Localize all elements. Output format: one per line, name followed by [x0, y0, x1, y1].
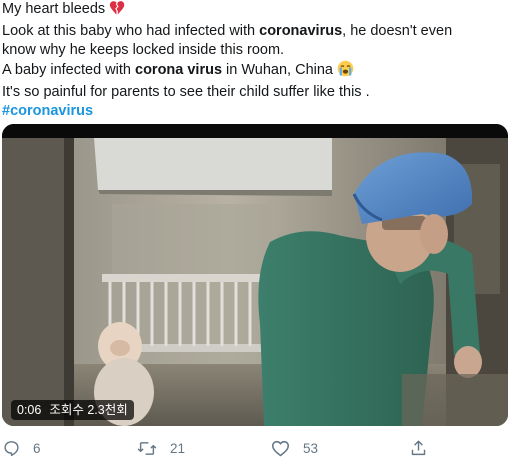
tweet-line-2: Look at this baby who had infected with … [2, 22, 512, 41]
video-views: 조회수 2.3천회 [49, 403, 128, 417]
tweet-line-5: It's so painful for parents to see their… [2, 84, 370, 100]
retweet-icon [137, 441, 157, 455]
tweet-line-2-text: Look at this baby who had infected with [2, 23, 260, 39]
tweet-bold-coronavirus: coronavirus [259, 23, 343, 39]
tweet-line-4-tail: in Wuhan, China [222, 62, 333, 78]
video-frame[interactable] [2, 124, 508, 426]
crying-face-icon [337, 60, 354, 83]
share-action[interactable] [410, 436, 427, 460]
retweet-action[interactable]: 21 [137, 436, 185, 460]
tweet-line-4-text: A baby infected with [2, 62, 135, 78]
like-action[interactable]: 53 [271, 436, 318, 460]
like-count: 53 [303, 440, 319, 456]
reply-icon [4, 440, 19, 456]
hashtag-link[interactable]: #coronavirus [2, 103, 93, 119]
tweet-line-4: A baby infected with corona virus in Wuh… [2, 60, 512, 83]
tweet-line-1: My heart bleeds [2, 0, 512, 22]
tweet-line-1-text: My heart bleeds [2, 1, 106, 17]
video-player[interactable]: 0:06 조회수 2.3천회 [2, 124, 508, 426]
reply-count: 6 [33, 440, 41, 456]
retweet-count: 21 [170, 440, 186, 456]
video-info-badge: 0:06 조회수 2.3천회 [11, 400, 134, 420]
video-duration: 0:06 [17, 403, 42, 417]
tweet-line-2-tail: , he doesn't even [342, 23, 453, 39]
tweet-text: My heart bleeds Look at this baby who ha… [2, 0, 512, 121]
tweet-actions: 6 21 53 [0, 436, 518, 462]
heart-icon [272, 440, 289, 456]
tweet-line-3: know why he keeps locked inside this roo… [2, 42, 285, 58]
tweet-bold-corona-virus: corona virus [135, 62, 223, 78]
reply-action[interactable]: 6 [3, 436, 41, 460]
share-icon [411, 440, 426, 456]
tweet-line-6: #coronavirus [2, 102, 512, 121]
broken-heart-icon [109, 0, 125, 22]
